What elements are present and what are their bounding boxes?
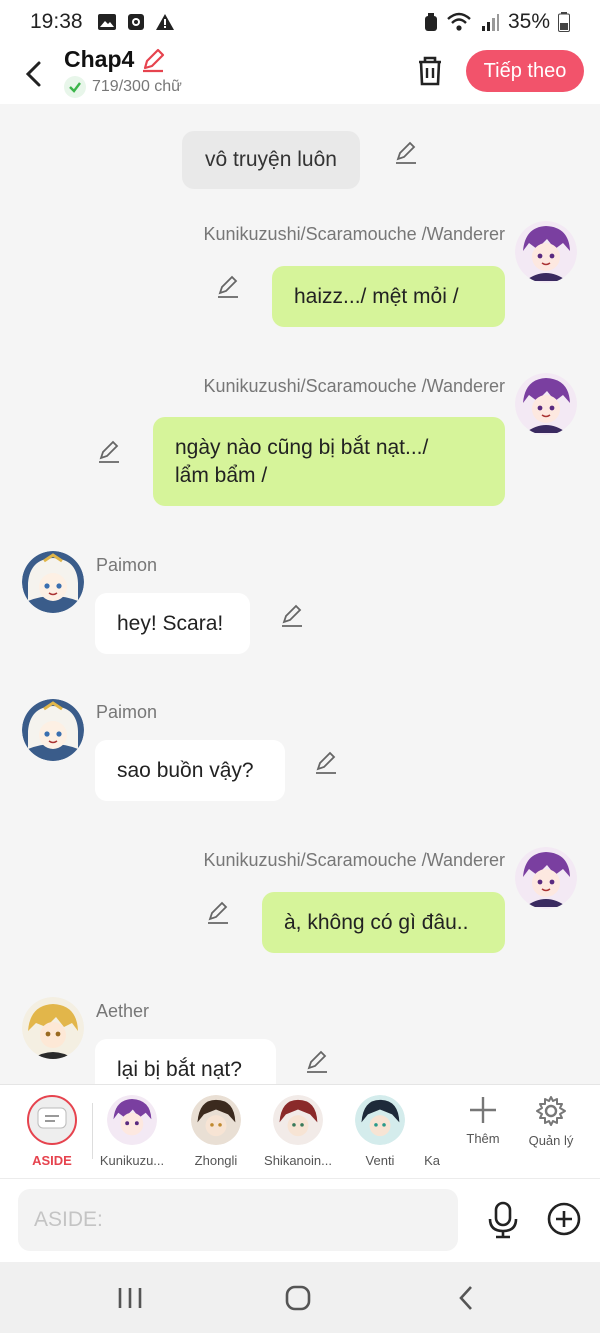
edit-title-icon[interactable] [140,47,166,73]
chat-area: vô truyện luôn Kunikuzushi/Scaramouche /… [0,104,600,1084]
avatar-aether[interactable] [22,997,84,1059]
next-button[interactable]: Tiếp theo [466,50,584,92]
sender-name: Kunikuzushi/Scaramouche /Wanderer [203,850,505,870]
avatar-scaramouche[interactable] [515,373,577,435]
chevron-left-icon [25,61,41,87]
character-label: ASIDE [32,1153,72,1168]
system-nav-bar [0,1262,600,1333]
aside-avatar [27,1095,77,1145]
character-avatar [107,1095,157,1145]
character-avatar [412,1095,440,1145]
character-kunikuzushi[interactable]: Kunikuzu... [92,1095,172,1175]
camera-icon [127,14,144,30]
character-label: Shikanoin... [264,1153,332,1168]
battery-icon [558,12,570,32]
message-bubble[interactable]: hey! Scara! [95,593,250,654]
check-icon [64,76,86,98]
character-label: Venti [365,1153,395,1168]
message-bubble[interactable]: lại bị bắt nạt? [95,1039,276,1084]
edit-message-icon[interactable] [304,1049,330,1075]
word-count-row: 719/300 chữ [64,76,182,98]
character-avatar [273,1095,323,1145]
chat-bubble-icon [37,1107,67,1129]
character-avatar [355,1095,405,1145]
character-label: Ka [424,1153,440,1168]
plus-icon [470,1097,496,1123]
notification-icons [97,13,175,31]
trash-icon [419,56,441,86]
edit-message-icon[interactable] [96,439,122,465]
message-bubble[interactable]: ngày nào cũng bị bắt nạt.../ lẩm bẩm / [153,417,505,506]
word-count: 719/300 chữ [92,78,182,95]
sender-name: Kunikuzushi/Scaramouche /Wanderer [203,224,505,244]
title-row: Chap4 [64,46,166,73]
character-label: Kunikuzu... [99,1153,165,1168]
character-label: Zhongli [194,1153,238,1168]
avatar-scaramouche[interactable] [515,221,577,283]
character-zhongli[interactable]: Zhongli [176,1095,256,1175]
system-back-button[interactable] [446,1282,486,1314]
sender-name: Kunikuzushi/Scaramouche /Wanderer [203,376,505,396]
edit-message-icon[interactable] [205,900,231,926]
delete-button[interactable] [414,54,446,88]
microphone-icon [488,1201,518,1239]
plus-circle-icon [547,1202,581,1236]
back-button[interactable] [18,52,48,96]
avatar-paimon[interactable] [22,699,84,761]
header: Chap4 719/300 chữ Tiếp theo [0,44,600,104]
manage-button[interactable]: Quản lý [516,1095,586,1148]
sender-name: Paimon [96,702,158,722]
character-avatar [191,1095,241,1145]
warning-icon [155,14,174,30]
status-right: 35% [424,10,570,34]
signal-icon [481,14,499,31]
character-bar: ASIDE Kunikuzu... Zhongli Shikanoin... V… [0,1084,600,1178]
alarm-icon [424,13,437,31]
character-venti[interactable]: Venti [340,1095,420,1175]
message-bubble[interactable]: haizz.../ mệt mỏi / [272,266,505,327]
image-icon [97,14,116,30]
character-shikanoin[interactable]: Shikanoin... [258,1095,338,1175]
recent-apps-button[interactable] [110,1282,150,1314]
edit-message-icon[interactable] [313,750,339,776]
back-icon [459,1286,472,1310]
status-time: 19:38 [30,10,83,33]
status-bar: 19:38 35% [0,0,600,44]
add-media-button[interactable] [546,1201,582,1237]
input-bar [0,1178,600,1262]
voice-button[interactable] [486,1201,520,1239]
add-label: Thêm [466,1131,500,1146]
message-bubble[interactable]: sao buồn vậy? [95,740,285,801]
recent-apps-icon [118,1288,142,1308]
home-icon [285,1285,311,1311]
add-character-button[interactable]: Thêm [448,1095,518,1146]
message-bubble[interactable]: à, không có gì đâu.. [262,892,505,953]
edit-message-icon[interactable] [279,603,305,629]
avatar-paimon[interactable] [22,551,84,613]
avatar-scaramouche[interactable] [515,847,577,909]
home-button[interactable] [278,1282,318,1314]
chapter-title: Chap4 [64,46,135,72]
sender-name: Paimon [96,555,158,575]
gear-icon [536,1096,566,1126]
character-aside[interactable]: ASIDE [12,1095,92,1175]
narration-bubble[interactable]: vô truyện luôn [182,131,360,189]
edit-message-icon[interactable] [215,274,241,300]
wifi-icon [447,12,471,31]
battery-percent: 35% [507,10,550,33]
edit-message-icon[interactable] [393,140,419,166]
character-ka[interactable]: Ka [412,1095,440,1175]
sender-name: Aether [96,1001,150,1021]
manage-label: Quản lý [528,1133,574,1148]
message-input[interactable] [18,1189,458,1251]
